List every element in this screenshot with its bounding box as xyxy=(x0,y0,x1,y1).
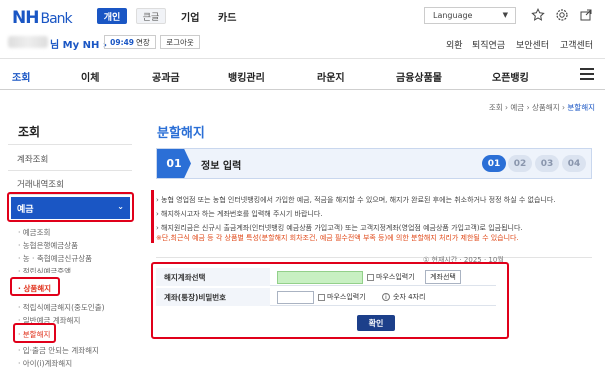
header-divider xyxy=(0,58,605,59)
menu-icon[interactable] xyxy=(580,68,594,83)
notice-3: › 해지원리금은 신규시 출금계좌(인터넷뱅킹 예금상품 가입고객) 또는 고객… xyxy=(156,224,523,232)
sidebar-divider xyxy=(8,144,132,145)
gnb-utility-bill[interactable]: 공과금 xyxy=(152,69,180,84)
sub-deposit-inquiry[interactable]: · 예금조회 xyxy=(18,227,50,238)
form-top-divider xyxy=(156,257,592,258)
highlight-product-cancel xyxy=(10,277,60,296)
notice-1: › 농협 영업점 또는 농협 인터넷뱅킹에서 가입한 예금, 적금을 해지할 수… xyxy=(156,196,556,204)
gnb-transfer[interactable]: 이체 xyxy=(81,69,99,84)
export-icon[interactable] xyxy=(578,7,594,23)
topnav-corporate[interactable]: 기업 xyxy=(181,9,199,24)
tab-personal[interactable]: 개인 xyxy=(97,8,127,24)
step-indicator-1: 01 xyxy=(482,155,506,172)
sub-nh-deposit-products[interactable]: · 농협은행예금상품 xyxy=(18,240,78,251)
gnb-lounge[interactable]: 라운지 xyxy=(317,69,345,84)
gear-icon[interactable] xyxy=(554,7,570,23)
sidebar-divider xyxy=(8,170,132,171)
current-step-number: 01 xyxy=(157,149,191,178)
gnb-divider xyxy=(0,89,605,90)
star-icon[interactable] xyxy=(530,7,546,23)
topnav-card[interactable]: 카드 xyxy=(218,9,236,24)
language-select[interactable]: Language ▼ xyxy=(424,7,516,24)
sub-new-deposit-products[interactable]: · 농 · 축협예금신규상품 xyxy=(18,253,92,264)
util-forex[interactable]: 외환 xyxy=(446,38,463,51)
session-timer[interactable]: 09:49 연장 xyxy=(104,35,156,49)
util-customer[interactable]: 고객센터 xyxy=(560,38,593,51)
gnb-product-mall[interactable]: 금융상품몰 xyxy=(396,69,442,84)
step-indicator-2: 02 xyxy=(508,155,532,172)
util-pension[interactable]: 퇴직연금 xyxy=(472,38,505,51)
highlight-notice-marker xyxy=(151,190,154,243)
my-nh-link[interactable]: 님 My NH › xyxy=(50,36,107,51)
sub-installment-increase[interactable]: · 적립식예금증액 xyxy=(18,266,71,273)
sub-stopped-account-cancel[interactable]: · 입·출금 안되는 계좌해지 xyxy=(18,345,99,356)
breadcrumb: 조회 › 예금 › 상품해지 › 분할해지 xyxy=(488,103,595,112)
sidebar-title: 조회 xyxy=(18,125,41,139)
logout-button[interactable]: 로그아웃 xyxy=(160,35,200,49)
nh-bank-logo[interactable]: NH Bank xyxy=(12,8,73,28)
chevron-down-icon: ▼ xyxy=(502,11,508,19)
gnb-inquiry[interactable]: 조회 xyxy=(12,69,30,84)
notice-4: ※단,최근식 예금 등 각 상품별 특성(분할해지 회차조건, 예금 필수전액 … xyxy=(156,234,519,242)
user-name-masked xyxy=(8,36,48,48)
highlight-split-cancel xyxy=(13,323,56,343)
step-indicator-3: 03 xyxy=(535,155,559,172)
sub-installment-cancel[interactable]: · 적립식예금해지(중도인출) xyxy=(18,302,105,313)
highlight-form xyxy=(151,262,509,339)
highlight-deposit xyxy=(7,192,134,222)
sub-i-account-cancel[interactable]: · 아이(i)계좌해지 xyxy=(18,358,72,369)
step-indicator-4: 04 xyxy=(562,155,586,172)
sidebar-item-account-inquiry[interactable]: 계좌조회 xyxy=(17,153,48,165)
sidebar-item-transaction-history[interactable]: 거래내역조회 xyxy=(17,178,64,190)
page-title: 분할해지 xyxy=(157,126,205,141)
current-step-label: 정보 입력 xyxy=(201,161,242,172)
gnb-open-banking[interactable]: 오픈뱅킹 xyxy=(492,69,529,84)
notice-2: › 해지하시고자 하는 계좌번호를 입력해 주시기 바랍니다. xyxy=(156,210,323,218)
tab-large-font[interactable]: 큰글 xyxy=(136,8,166,24)
gnb-banking-mgmt[interactable]: 뱅킹관리 xyxy=(228,69,265,84)
util-security[interactable]: 보안센터 xyxy=(516,38,549,51)
